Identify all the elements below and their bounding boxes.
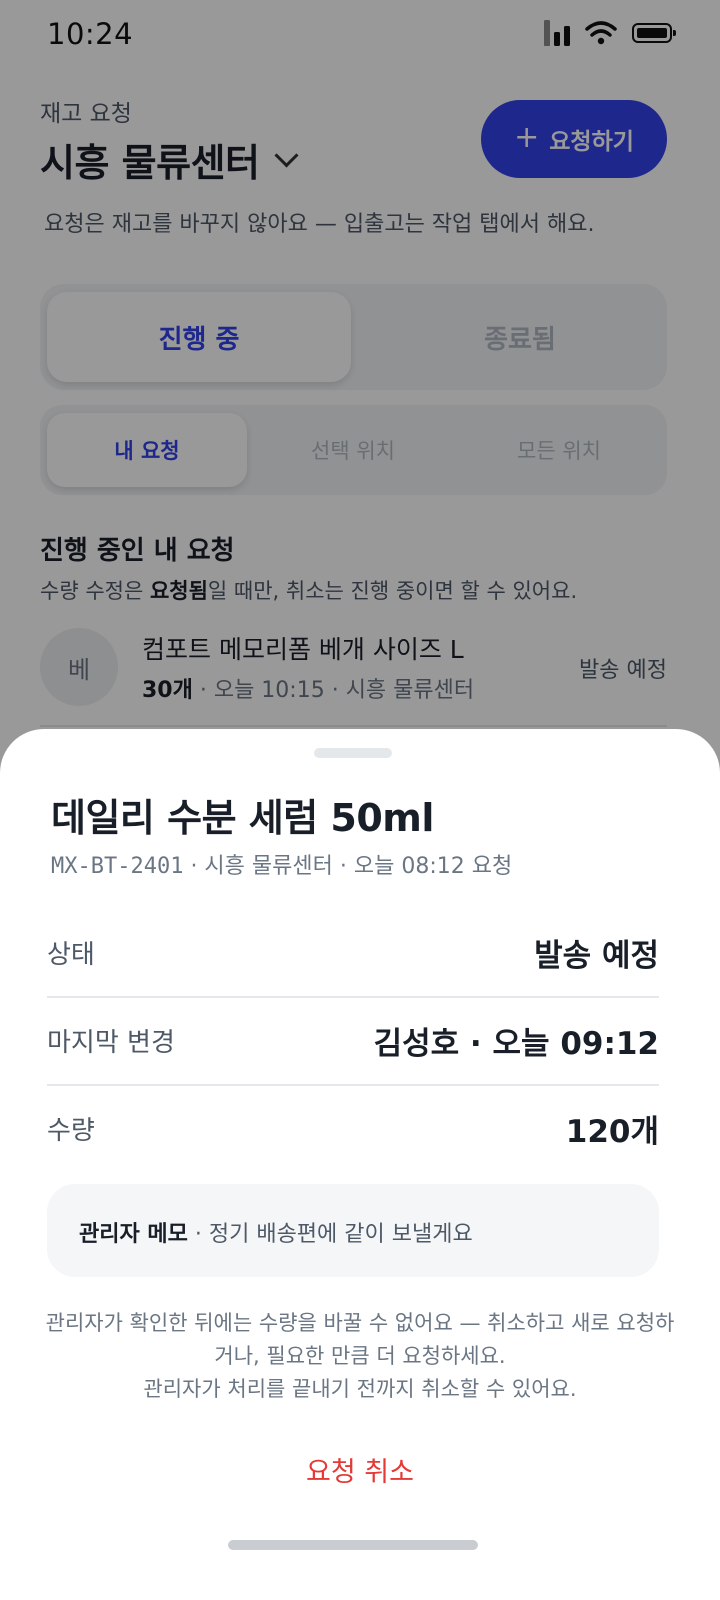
memo-text: · 정기 배송편에 같이 보낼게요	[187, 1222, 473, 1247]
sheet-title: 데일리 수분 세럼 50ml	[51, 796, 434, 840]
detail-row-status: 상태 발송 예정	[47, 910, 659, 998]
request-detail-sheet: 데일리 수분 세럼 50ml MX-BT-2401 · 시흥 물류센터 · 오늘…	[0, 729, 720, 1600]
detail-row-quantity: 수량 120개	[47, 1086, 659, 1174]
memo-label: 관리자 메모	[79, 1222, 188, 1247]
screen: 10:24 재고 요청 시흥 물류센터 + 요청하기 요청은 재고를 바꾸지 않…	[0, 0, 720, 1600]
cancel-request-button[interactable]: 요청 취소	[260, 1451, 460, 1495]
detail-label: 수량	[47, 1116, 95, 1146]
detail-value: 120개	[565, 1114, 659, 1150]
sheet-subtitle: MX-BT-2401 · 시흥 물류센터 · 오늘 08:12 요청	[51, 854, 513, 879]
sheet-note: 관리자가 확인한 뒤에는 수량을 바꿀 수 없어요 — 취소하고 새로 요청하거…	[45, 1311, 675, 1401]
sheet-grabber[interactable]	[314, 748, 392, 758]
detail-value: 발송 예정	[534, 938, 659, 974]
detail-label: 마지막 변경	[47, 1028, 175, 1058]
product-code: MX-BT-2401	[51, 854, 184, 879]
detail-row-last-change: 마지막 변경 김성호 · 오늘 09:12	[47, 998, 659, 1086]
admin-memo: 관리자 메모 · 정기 배송편에 같이 보낼게요	[47, 1184, 659, 1277]
detail-value: 김성호 · 오늘 09:12	[373, 1026, 659, 1062]
detail-label: 상태	[47, 940, 95, 970]
home-indicator	[228, 1540, 478, 1550]
